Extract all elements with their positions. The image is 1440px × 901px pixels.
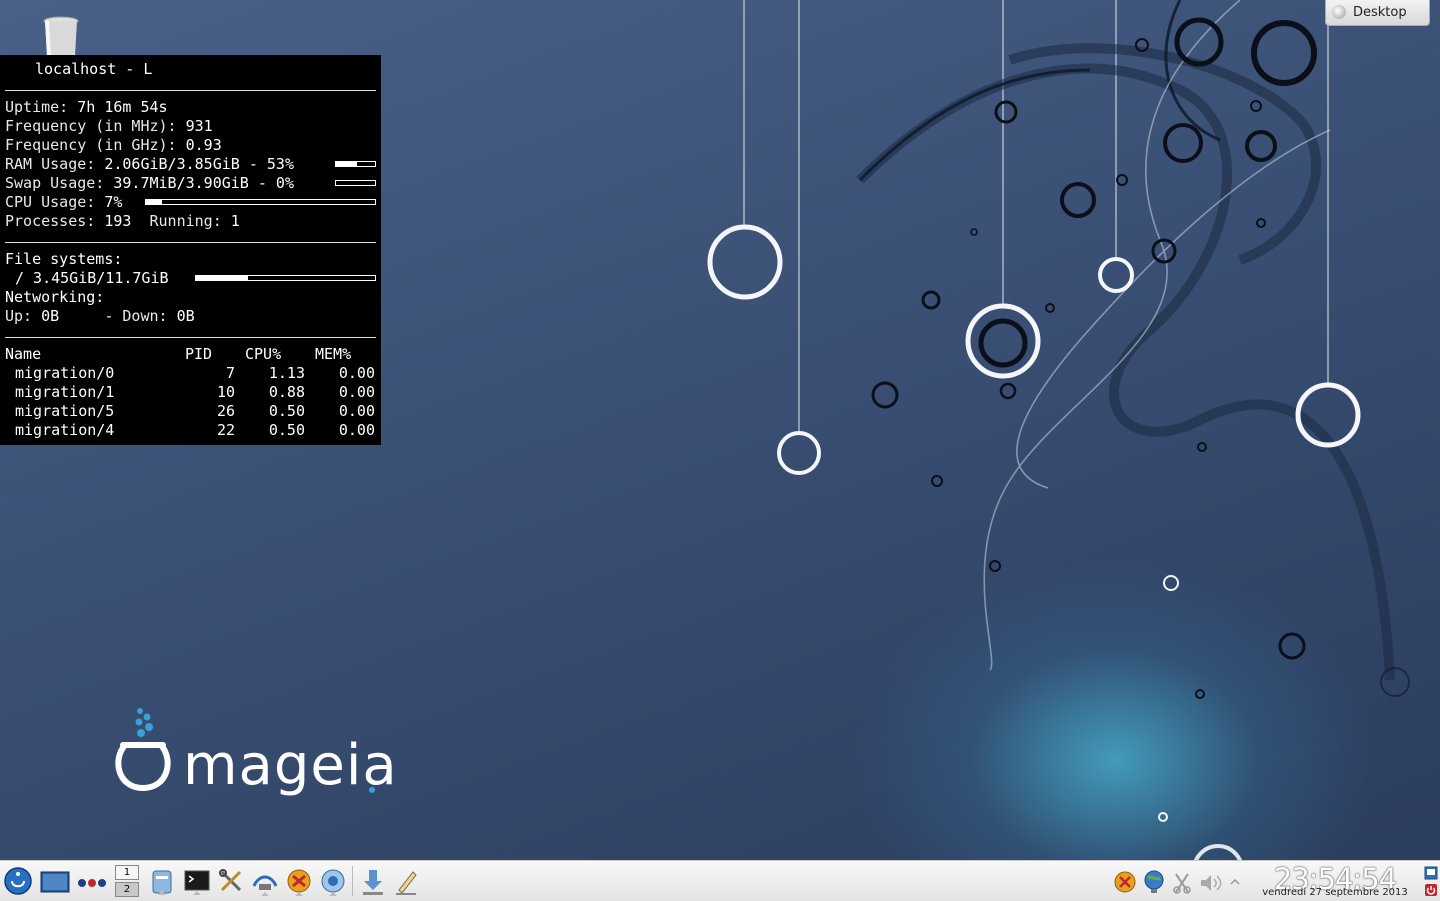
uptime-row: Uptime: 7h 16m 54s [5, 98, 168, 117]
ram-bar [335, 161, 376, 167]
process-pid: 22 [216, 421, 235, 439]
freq-ghz-value: 0.93 [185, 136, 222, 154]
separator [5, 337, 376, 338]
shutdown-icon[interactable] [1424, 883, 1438, 897]
up-value: 0B [41, 307, 60, 325]
ram-label: RAM Usage: [5, 155, 96, 173]
swap-row: Swap Usage: 39.7MiB/3.90GiB - 0% [5, 174, 294, 193]
swap-value: 39.7MiB/3.90GiB - 0% [113, 174, 294, 192]
process-cpu: 1.13 [268, 364, 305, 382]
uptime-label: Uptime: [5, 98, 69, 116]
freq-ghz-row: Frequency (in GHz): 0.93 [5, 136, 222, 155]
plasma-icon [1332, 5, 1346, 19]
process-mem: 0.00 [338, 383, 375, 401]
process-pid: 10 [216, 383, 235, 401]
up-label: Up: [5, 307, 33, 325]
cpu-value: 7% [104, 193, 123, 211]
processes-row: Processes: 193 Running: 1 [5, 212, 240, 231]
process-name: migration/5 [15, 402, 115, 420]
ram-value: 2.06GiB/3.85GiB - 53% [104, 155, 294, 173]
browser-icon[interactable] [319, 868, 347, 898]
clock-date[interactable]: vendredi 27 septembre 2013 [1250, 887, 1420, 898]
down-label: - Down: [104, 307, 168, 325]
cpu-bar [145, 199, 376, 205]
network-icon[interactable] [251, 868, 279, 898]
trash-icon[interactable] [43, 16, 79, 57]
update-icon[interactable] [1113, 870, 1137, 894]
text-editor-icon[interactable] [393, 868, 419, 898]
download-icon[interactable] [360, 868, 386, 898]
down-value: 0B [176, 307, 195, 325]
col-header-pid: PID [185, 345, 213, 363]
processes-label: Processes: [5, 212, 96, 230]
separator [5, 242, 376, 243]
desktop-toolbox-button[interactable]: Desktop [1325, 0, 1430, 26]
freq-mhz-value: 931 [185, 117, 213, 135]
freq-mhz-label: Frequency (in MHz): [5, 117, 177, 135]
virtual-desktop-pager[interactable]: 1 2 [115, 865, 139, 898]
process-mem: 0.00 [338, 364, 375, 382]
process-cpu: 0.50 [268, 421, 305, 439]
file-manager-icon[interactable] [150, 868, 174, 898]
running-value: 1 [230, 212, 240, 230]
col-header-cpu: CPU% [245, 345, 282, 363]
fs-label: File systems: [5, 250, 123, 268]
freq-ghz-label: Frequency (in GHz): [5, 136, 177, 154]
show-desktop-icon[interactable] [40, 870, 70, 894]
terminal-icon[interactable] [184, 868, 210, 898]
swap-bar [335, 180, 376, 186]
pager-desktop-2[interactable]: 2 [115, 882, 139, 897]
freq-mhz-row: Frequency (in MHz): 931 [5, 117, 213, 136]
ram-row: RAM Usage: 2.06GiB/3.85GiB - 53% [5, 155, 294, 174]
control-center-icon[interactable] [218, 868, 244, 896]
swap-label: Swap Usage: [5, 174, 105, 192]
cpu-label: CPU Usage: [5, 193, 96, 211]
process-cpu: 0.50 [268, 402, 305, 420]
taskbar [0, 860, 1440, 901]
process-pid: 26 [216, 402, 235, 420]
col-header-mem: MEM% [315, 345, 352, 363]
software-icon[interactable] [285, 868, 313, 898]
running-label: Running: [149, 212, 222, 230]
network-tray-icon[interactable] [1142, 869, 1166, 895]
conky-system-monitor: localhost - L Uptime: 7h 16m 54s Frequen… [0, 55, 381, 445]
lock-screen-icon[interactable] [1424, 866, 1438, 880]
process-pid: 7 [225, 364, 235, 382]
mageia-brand-text: mageia [183, 733, 398, 798]
process-mem: 0.00 [338, 402, 375, 420]
cpu-row: CPU Usage: 7% [5, 193, 122, 212]
pager-desktop-1[interactable]: 1 [115, 865, 139, 880]
col-header-name: Name [5, 345, 42, 363]
net-label: Networking: [5, 288, 105, 306]
taskbar-separator [352, 866, 353, 896]
processes-value: 193 [104, 212, 132, 230]
process-name: migration/1 [15, 383, 115, 401]
process-name: migration/4 [15, 421, 115, 439]
clipboard-icon[interactable] [1172, 872, 1192, 894]
uptime-value: 7h 16m 54s [77, 98, 168, 116]
process-cpu: 0.88 [268, 383, 305, 401]
conky-hostname: localhost - L [35, 60, 153, 78]
process-mem: 0.00 [338, 421, 375, 439]
fs-root-bar [195, 275, 376, 281]
app-menu-icon[interactable] [3, 866, 33, 896]
tray-expand-icon[interactable] [1229, 876, 1241, 888]
fs-root-value: / 3.45GiB/11.7GiB [15, 269, 169, 287]
net-row: Up: 0B - Down: 0B [5, 307, 195, 326]
activities-icon[interactable] [77, 876, 109, 890]
separator [5, 90, 376, 91]
process-name: migration/0 [15, 364, 115, 382]
volume-icon[interactable] [1198, 871, 1224, 895]
desktop-toolbox-label: Desktop [1353, 5, 1407, 20]
